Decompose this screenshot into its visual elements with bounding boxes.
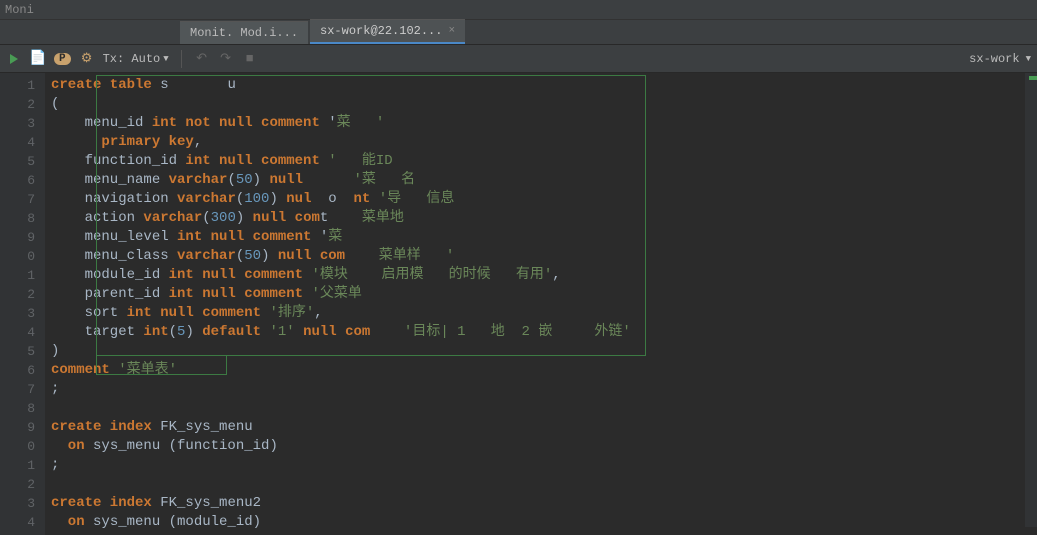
tx-mode-select[interactable]: Tx: Auto ▼	[103, 52, 169, 66]
code-line: create index FK_sys_menu	[45, 418, 1037, 437]
code-line: action varchar(300) null comt 菜单地	[45, 209, 1037, 228]
code-line: (	[45, 95, 1037, 114]
code-line: on sys_menu (module_id)	[45, 513, 1037, 532]
gear-icon[interactable]: ⚙	[79, 51, 95, 67]
top-bar-text: Moni	[5, 3, 34, 17]
schema-select[interactable]: sx-work ▼	[969, 52, 1031, 66]
code-line	[45, 475, 1037, 494]
top-bar: Moni	[0, 0, 1037, 20]
line-gutter: 1 2 3 4 5 6 7 8 9 0 1 2 3 4 5 6 7 8 9 0 …	[0, 73, 45, 535]
code-line: primary key,	[45, 133, 1037, 152]
chevron-down-icon: ▼	[1026, 54, 1031, 64]
code-editor[interactable]: create table s u ( menu_id int not null …	[45, 73, 1037, 535]
error-stripe-mark	[1029, 76, 1037, 80]
tool-left: 📄 P ⚙ Tx: Auto ▼ ↶ ↷ ■	[6, 50, 258, 68]
stop-icon[interactable]: ■	[242, 51, 258, 67]
code-line: ;	[45, 456, 1037, 475]
code-line: create index FK_sys_menu2	[45, 494, 1037, 513]
run-icon[interactable]	[6, 51, 22, 67]
file-icon[interactable]: 📄	[30, 51, 46, 67]
code-line: sort int null comment '排序',	[45, 304, 1037, 323]
error-stripe[interactable]	[1025, 73, 1037, 527]
code-line: target int(5) default '1' null com '目标| …	[45, 323, 1037, 342]
code-line	[45, 399, 1037, 418]
chevron-down-icon: ▼	[163, 54, 168, 64]
code-line: comment '菜单表'	[45, 361, 1037, 380]
code-line: module_id int null comment '模块 启用模 的时候 有…	[45, 266, 1037, 285]
editor-area[interactable]: 1 2 3 4 5 6 7 8 9 0 1 2 3 4 5 6 7 8 9 0 …	[0, 73, 1037, 535]
code-line: navigation varchar(100) nul o nt '导 信息	[45, 190, 1037, 209]
code-line: parent_id int null comment '父菜单	[45, 285, 1037, 304]
code-line: function_id int null comment ' 能ID	[45, 152, 1037, 171]
tab-label: sx-work@22.102...	[320, 24, 442, 38]
tab-sx-work[interactable]: sx-work@22.102... ×	[310, 19, 465, 44]
code-line: menu_level int null comment '菜	[45, 228, 1037, 247]
code-line: ;	[45, 380, 1037, 399]
code-line: )	[45, 342, 1037, 361]
code-line: menu_class varchar(50) null com 菜单样 '	[45, 247, 1037, 266]
tool-bar: 📄 P ⚙ Tx: Auto ▼ ↶ ↷ ■ sx-work ▼	[0, 45, 1037, 73]
editor-tabs-bar: Monit. Mod.i... sx-work@22.102... ×	[0, 20, 1037, 45]
close-icon[interactable]: ×	[448, 25, 455, 37]
redo-icon[interactable]: ↷	[218, 51, 234, 67]
code-line: on sys_menu (function_id)	[45, 437, 1037, 456]
tab-monitor[interactable]: Monit. Mod.i...	[180, 21, 308, 44]
p-badge-icon[interactable]: P	[54, 53, 71, 65]
code-line: menu_name varchar(50) null '菜 名	[45, 171, 1037, 190]
undo-icon[interactable]: ↶	[194, 51, 210, 67]
tab-label: Monit. Mod.i...	[190, 26, 298, 40]
code-line: create table s u	[45, 76, 1037, 95]
code-line: menu_id int not null comment '菜 '	[45, 114, 1037, 133]
